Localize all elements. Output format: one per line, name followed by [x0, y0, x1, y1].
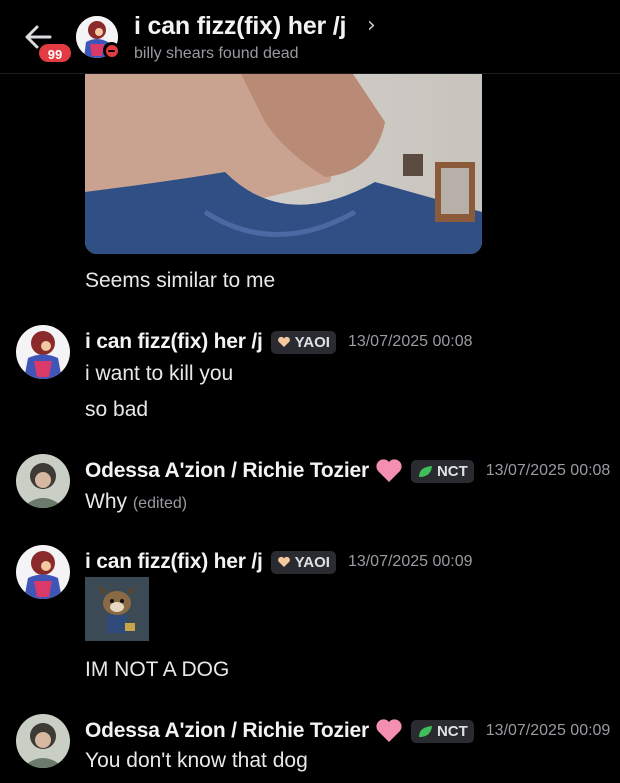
image-attachment[interactable] — [85, 62, 482, 254]
avatar[interactable] — [16, 714, 70, 768]
message-body: Why — [85, 490, 127, 513]
heart-hands-icon — [277, 336, 290, 347]
unread-badge: 99 — [37, 42, 73, 64]
avatar[interactable] — [16, 325, 70, 379]
chat-header: 99 i can fizz(fix) her /j › billy shears… — [0, 0, 620, 74]
timestamp: 13/07/2025 00:08 — [485, 462, 611, 479]
role-tag[interactable]: NCT — [410, 459, 474, 483]
message-header: Odessa A'zion / Richie Tozier NCT 13/07/… — [85, 716, 610, 746]
author-name[interactable]: Odessa A'zion / Richie Tozier — [85, 459, 369, 483]
author-name[interactable]: i can fizz(fix) her /j — [85, 550, 263, 574]
chevron-right-icon[interactable]: › — [367, 13, 376, 38]
message-text: Seems similar to me — [85, 269, 276, 292]
message-text: so bad — [85, 398, 149, 421]
author-name[interactable]: Odessa A'zion / Richie Tozier — [85, 719, 369, 743]
edited-label: (edited) — [132, 495, 188, 512]
role-tag-label: NCT — [436, 722, 468, 740]
heart-hands-icon — [277, 556, 290, 567]
message-text: Why (edited) — [85, 490, 187, 514]
author-name[interactable]: i can fizz(fix) her /j — [85, 330, 263, 354]
dog-sticker-image[interactable] — [85, 577, 149, 641]
leaf-icon — [418, 465, 432, 477]
timestamp: 13/07/2025 00:09 — [347, 553, 473, 570]
status-dnd-icon — [103, 42, 120, 59]
message-text: You don't know that dog — [85, 749, 308, 772]
message-header: Odessa A'zion / Richie Tozier NCT 13/07/… — [85, 456, 610, 486]
role-tag-label: YAOI — [294, 333, 330, 351]
pink-heart-icon — [376, 719, 402, 742]
pink-heart-icon — [376, 459, 402, 482]
avatar[interactable] — [16, 545, 70, 599]
role-tag-label: YAOI — [294, 553, 330, 571]
role-tag[interactable]: YAOI — [270, 330, 336, 354]
channel-title[interactable]: i can fizz(fix) her /j — [134, 12, 347, 41]
message-header: i can fizz(fix) her /j YAOI 13/07/2025 0… — [85, 327, 473, 357]
role-tag-label: NCT — [436, 462, 468, 480]
timestamp: 13/07/2025 00:08 — [347, 333, 473, 350]
role-tag[interactable]: NCT — [410, 719, 474, 743]
message-text: IM NOT A DOG — [85, 658, 230, 681]
avatar[interactable] — [16, 454, 70, 508]
timestamp: 13/07/2025 00:09 — [485, 722, 611, 739]
message-text: i want to kill you — [85, 362, 234, 385]
role-tag[interactable]: YAOI — [270, 550, 336, 574]
channel-subtitle: billy shears found dead — [134, 45, 299, 62]
leaf-icon — [418, 725, 432, 737]
message-header: i can fizz(fix) her /j YAOI 13/07/2025 0… — [85, 547, 473, 577]
